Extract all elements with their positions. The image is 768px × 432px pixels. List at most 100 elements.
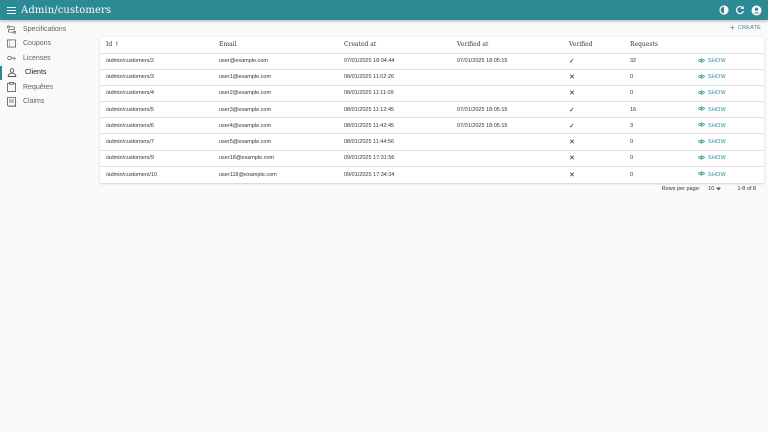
cell-requests: 0 — [624, 133, 692, 151]
account-icon[interactable] — [750, 3, 762, 17]
sort-ascending-icon: ↑ — [114, 41, 120, 49]
cell-requests: 0 — [624, 150, 692, 167]
app-bar: Admin/customers — [0, 0, 768, 20]
table-row[interactable]: /admin/customers/4 user2@example.com 08/01… — [100, 85, 764, 103]
sidebar: Specifications Coupons Licenses Clients … — [0, 22, 96, 109]
sidebar-item-label: Claims — [23, 98, 45, 106]
table-row[interactable]: /admin/customers/6 user4@example.com 08/01… — [100, 117, 764, 135]
show-button[interactable]: SHOW — [697, 171, 726, 178]
show-button[interactable]: SHOW — [697, 139, 726, 146]
sidebar-item-clients[interactable]: Clients — [0, 65, 96, 80]
receipt-icon — [0, 96, 16, 107]
cell-created-at: 09/01/2025 17:31:56 — [338, 150, 451, 167]
cell-id: /admin/customers/6 — [100, 117, 213, 135]
table-row[interactable]: /admin/customers/10 user118@example.com 09… — [100, 166, 764, 182]
show-button[interactable]: SHOW — [697, 90, 726, 97]
cell-email: user2@example.com — [213, 85, 338, 103]
eye-icon — [697, 74, 706, 81]
contrast-icon[interactable] — [718, 3, 730, 17]
table-row[interactable]: /admin/customers/3 user1@example.com 08/01… — [100, 69, 764, 86]
create-button[interactable]: + CREATE — [730, 24, 761, 32]
cell-requests: 0 — [630, 171, 634, 178]
cell-email: user@example.com — [213, 53, 338, 70]
sidebar-item-label: Coupons — [23, 40, 52, 48]
dropdown-arrow-icon — [716, 187, 722, 191]
eye-icon — [697, 155, 706, 162]
rows-per-page-select[interactable]: 10 — [708, 186, 722, 192]
cell-email: user18@example.com — [213, 150, 338, 167]
clipboard-icon — [0, 82, 16, 93]
show-button[interactable]: SHOW — [697, 74, 726, 81]
show-label: SHOW — [708, 155, 726, 162]
rows-per-page-label: Rows per page: — [661, 186, 701, 192]
cell-created-at: 08/01/2025 11:11:09 — [338, 85, 451, 103]
cell-verified-at: 07/01/2025 18:05:15 — [451, 117, 563, 135]
cell-actions: SHOW — [692, 150, 764, 167]
menu-icon[interactable] — [6, 5, 18, 15]
table-row[interactable]: /admin/customers/5 user3@example.com 08/01… — [100, 101, 764, 119]
eye-icon — [697, 58, 706, 65]
cell-requests: 0 — [624, 85, 692, 103]
show-label: SHOW — [708, 106, 726, 113]
sidebar-item-coupons[interactable]: Coupons — [0, 37, 96, 52]
cell-requests: 16 — [624, 101, 692, 119]
cell-created-at: 08/01/2025 11:02:26 — [338, 69, 451, 86]
check-icon: ✓ — [569, 58, 575, 66]
show-button[interactable]: SHOW — [697, 155, 726, 162]
table-row[interactable]: /admin/customers/9 user18@example.com 09/0… — [100, 150, 764, 167]
column-header-email[interactable]: Email — [213, 37, 338, 54]
cell-actions: SHOW — [692, 53, 764, 70]
cell-created-at: 08/01/2025 11:12:45 — [338, 101, 451, 119]
key-icon — [0, 54, 16, 62]
check-icon: ✓ — [569, 122, 575, 130]
cell-actions: SHOW — [692, 117, 764, 135]
show-label: SHOW — [708, 58, 726, 65]
cell-verified-at — [451, 166, 563, 182]
sidebar-item-specifications[interactable]: Specifications — [0, 22, 96, 37]
column-header-actions — [692, 37, 764, 54]
column-header-verified[interactable]: Verified — [563, 37, 624, 54]
show-button[interactable]: SHOW — [697, 58, 726, 65]
cell-requests: 3 — [624, 117, 692, 135]
cell-id: /admin/customers/5 — [100, 101, 213, 119]
cell-verified-at: 07/01/2025 18:05:15 — [451, 101, 563, 119]
cell-actions: SHOW — [692, 101, 764, 119]
table-row[interactable]: /admin/customers/2 user@example.com 07/01/… — [100, 53, 764, 70]
eye-icon — [697, 106, 706, 113]
show-label: SHOW — [708, 122, 726, 129]
sidebar-item-requetes[interactable]: Requêtes — [0, 80, 96, 95]
cross-icon: ✕ — [569, 139, 575, 147]
check-icon: ✓ — [569, 106, 575, 114]
column-header-verified-at[interactable]: Verified at — [451, 37, 563, 54]
eye-icon — [697, 90, 706, 97]
pagination-range: 1-8 of 8 — [737, 186, 756, 192]
cell-requests: 0 — [624, 69, 692, 86]
column-header-requests[interactable]: Requests — [624, 37, 692, 54]
customers-table-card: Id ↑ Email Created at Verified at Verifie… — [100, 37, 764, 183]
cell-verified: ✓ — [563, 117, 624, 135]
column-header-id[interactable]: Id ↑ — [100, 37, 213, 54]
refresh-icon[interactable] — [734, 3, 746, 17]
show-button[interactable]: SHOW — [697, 122, 726, 129]
show-button[interactable]: SHOW — [697, 106, 726, 113]
cell-verified: ✕ — [563, 166, 624, 182]
sidebar-item-claims[interactable]: Claims — [0, 95, 96, 110]
table-row[interactable]: /admin/customers/7 user5@example.com 08/01… — [100, 133, 764, 151]
sidebar-item-label: Clients — [25, 69, 47, 77]
show-label: SHOW — [708, 74, 726, 81]
cross-icon: ✕ — [569, 171, 575, 179]
cell-verified: ✓ — [563, 53, 624, 70]
sidebar-item-licenses[interactable]: Licenses — [0, 51, 96, 66]
cell-id: /admin/customers/7 — [100, 133, 213, 151]
cell-verified: ✕ — [563, 85, 624, 103]
eye-icon — [697, 139, 706, 146]
cross-icon: ✕ — [569, 74, 575, 82]
column-header-created-at[interactable]: Created at — [338, 37, 451, 54]
coupon-icon — [0, 39, 16, 48]
sidebar-item-label: Requêtes — [23, 83, 53, 91]
sidebar-item-label: Specifications — [23, 25, 67, 33]
cell-actions: SHOW — [692, 166, 764, 182]
cell-verified: ✕ — [563, 133, 624, 151]
cell-created-at: 07/01/2025 18:04:44 — [338, 53, 451, 70]
table-header-row: Id ↑ Email Created at Verified at Verifie… — [100, 37, 764, 54]
